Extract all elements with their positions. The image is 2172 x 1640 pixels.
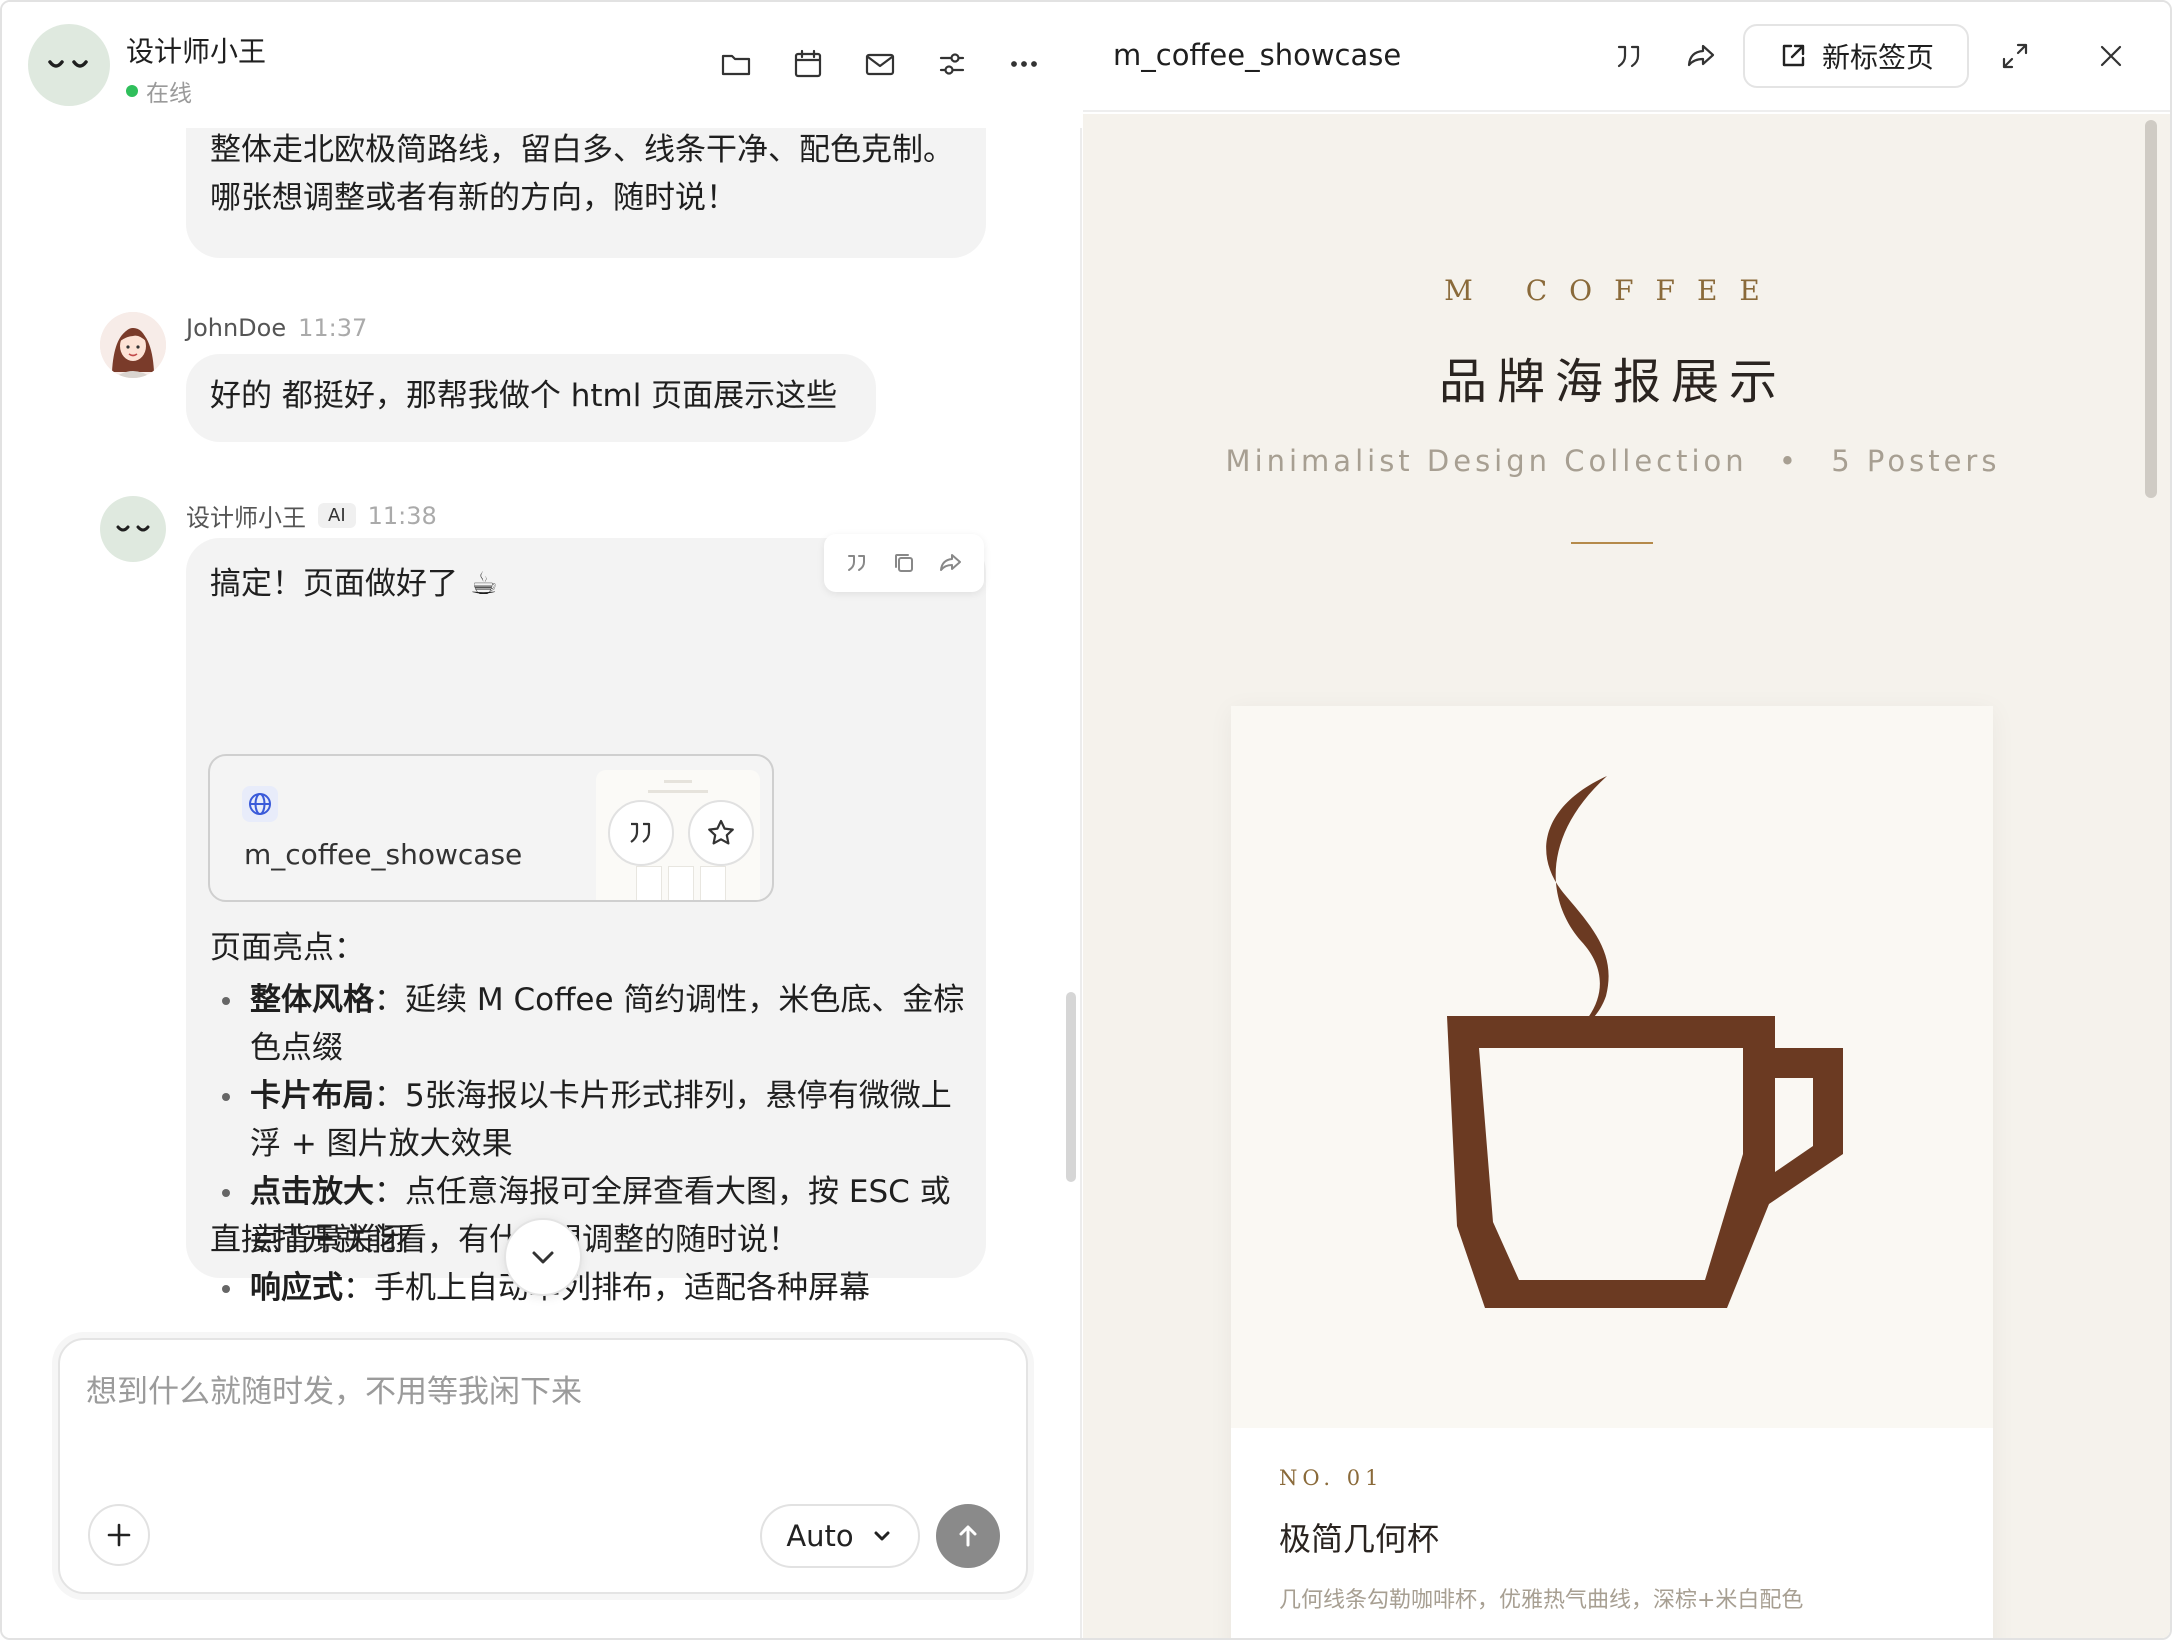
coffee-emoji-icon: ☕ [470,566,498,602]
app-window: 设计师小王 在线 整体走北欧极简路线，留白多、线条干净、配色克制。哪张想调整或者… [0,0,2172,1640]
list-item: 卡片布局：5张海报以卡片形式排列，悬停有微微上浮 + 图片放大效果 [210,1072,970,1168]
bot-message-bubble: 整体走北欧极简路线，留白多、线条干净、配色克制。哪张想调整或者有新的方向，随时说… [186,128,986,258]
copy-button[interactable] [886,545,922,581]
poster-number: NO. 01 [1279,1466,1384,1490]
chat-panel: 设计师小王 在线 整体走北欧极简路线，留白多、线条干净、配色克制。哪张想调整或者… [2,2,1082,1638]
highlight-label: 响应式 [250,1270,343,1306]
message-text: 搞定！页面做好了 [210,566,458,602]
online-status: 在线 [126,74,192,108]
message-text: 好的 都挺好，那帮我做个 html 页面展示这些 [210,378,838,414]
more-dots-icon [1011,61,1037,67]
calendar-icon [794,49,822,78]
artifact-card[interactable]: m_coffee_showcase [208,754,774,902]
contact-name: 设计师小王 [126,35,267,68]
chat-header: 设计师小王 在线 [2,2,1082,128]
highlight-text: ：手机上自动单列排布，适配各种屏幕 [343,1270,870,1306]
scroll-to-bottom-button[interactable] [504,1218,582,1296]
add-attachment-button[interactable] [88,1504,150,1566]
message-list[interactable]: 整体走北欧极简路线，留白多、线条干净、配色克制。哪张想调整或者有新的方向，随时说… [2,128,1082,1308]
highlights-title: 页面亮点： [210,930,365,966]
folder-button[interactable] [718,46,754,82]
preview-scrollbar[interactable] [2145,120,2157,498]
sender-name: 设计师小王 [186,504,306,532]
ai-badge: AI [318,503,356,528]
plus-icon [107,1523,131,1547]
online-status-text: 在线 [146,81,192,107]
mail-icon [865,53,895,76]
user-message-meta: JohnDoe 11:37 [186,314,367,342]
showcase-subtitle: Minimalist Design Collection • 5 Posters [1083,444,2143,478]
open-new-tab-button[interactable]: 新标签页 [1743,24,1969,88]
external-link-icon [1782,44,1805,67]
mail-button[interactable] [862,46,898,82]
message-composer: Auto [58,1338,1028,1594]
quote-icon [1617,45,1640,68]
preview-panel: m_coffee_showcase 新标签页 M COFFEE 品牌海报展示 M… [1083,2,2170,1638]
model-mode-select[interactable]: Auto [760,1504,920,1568]
preview-quote-button[interactable] [1611,38,1647,74]
chevron-down-icon [532,1251,554,1264]
quote-button[interactable] [839,545,875,581]
new-tab-label: 新标签页 [1821,41,1934,74]
chevron-down-icon [874,1531,890,1541]
copy-icon [894,554,913,572]
chat-scrollbar[interactable] [1066,992,1076,1182]
poster-card[interactable]: NO. 01 极简几何杯 几何线条勾勒咖啡杯，优雅热气曲线，深棕+米白配色 [1231,706,1993,1638]
online-dot-icon [126,85,138,97]
highlight-label: 点击放大 [250,1174,374,1210]
preview-share-button[interactable] [1683,38,1719,74]
close-preview-button[interactable] [2093,38,2129,74]
share-button[interactable] [933,545,969,581]
message-text: 整体走北欧极简路线，留白多、线条干净、配色克制。哪张想调整或者有新的方向，随时说… [210,132,954,216]
list-item: 整体风格：延续 M Coffee 简约调性，米色底、金棕色点缀 [210,976,970,1072]
user-message-bubble: 好的 都挺好，那帮我做个 html 页面展示这些 [186,354,876,442]
gold-divider [1571,542,1653,544]
showcase-title: 品牌海报展示 [1438,354,1787,410]
bot-avatar[interactable] [100,496,166,562]
preview-header: m_coffee_showcase 新标签页 [1083,2,2170,112]
star-icon [708,819,734,845]
list-item: 响应式：手机上自动单列排布，适配各种屏幕 [210,1264,970,1308]
settings-button[interactable] [934,46,970,82]
close-icon [2100,45,2122,67]
card-quote-button[interactable] [608,800,674,866]
sliders-icon [939,53,965,75]
subtitle-collection: Minimalist Design Collection [1225,444,1748,478]
calendar-button[interactable] [790,46,826,82]
expand-icon [2002,43,2028,69]
send-button[interactable] [936,1504,1000,1568]
subtitle-separator: • [1778,444,1801,478]
model-mode-label: Auto [786,1519,854,1553]
card-favorite-button[interactable] [688,800,754,866]
fullscreen-button[interactable] [1997,38,2033,74]
share-icon [1687,44,1715,67]
message-actions [824,534,984,592]
bot-message-meta: 设计师小王 AI 11:38 [186,498,437,533]
folder-icon [721,54,751,76]
artifact-title: m_coffee_showcase [244,838,523,871]
more-button[interactable] [1006,46,1042,82]
globe-icon [242,786,278,822]
poster-image [1231,706,1993,1428]
message-input[interactable] [86,1366,986,1446]
user-avatar[interactable] [100,312,166,378]
coffee-cup-icon [1447,776,1843,1308]
bot-avatar[interactable] [28,24,110,106]
poster-name: 极简几何杯 [1279,1520,1440,1558]
preview-content[interactable]: M COFFEE 品牌海报展示 Minimalist Design Collec… [1083,114,2170,1638]
highlight-label: 卡片布局 [250,1078,374,1114]
message-time: 11:38 [367,501,437,530]
sender-name: JohnDoe [186,314,287,342]
poster-description: 几何线条勾勒咖啡杯，优雅热气曲线，深棕+米白配色 [1279,1588,1804,1613]
subtitle-count: 5 Posters [1831,444,2001,478]
brand-name: M COFFEE [1444,274,1782,307]
quote-icon [848,555,866,571]
quote-icon [630,822,651,843]
message-time: 11:37 [298,314,368,342]
preview-title: m_coffee_showcase [1113,38,1402,72]
share-icon [939,554,961,571]
highlight-label: 整体风格 [250,982,374,1018]
arrow-up-icon [959,1525,977,1547]
header-toolbar [718,46,1042,82]
